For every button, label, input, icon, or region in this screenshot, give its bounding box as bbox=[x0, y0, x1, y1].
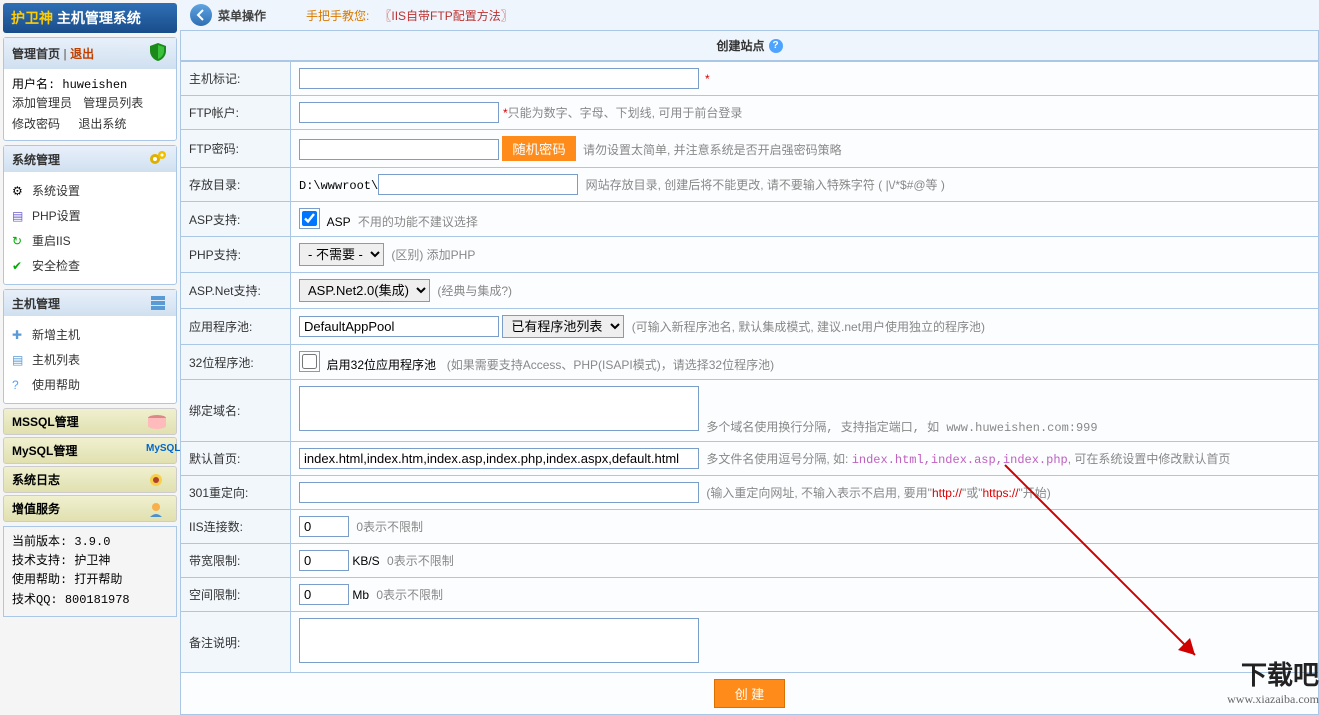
redirect-input[interactable] bbox=[299, 482, 699, 503]
restart-iis-link[interactable]: 重启IIS bbox=[32, 232, 71, 249]
required-star: * bbox=[705, 72, 710, 86]
lbl-ftp-user: FTP帐户: bbox=[181, 96, 291, 130]
pool32-text: 启用32位应用程序池 bbox=[327, 358, 436, 372]
annotation-arrow bbox=[1000, 460, 1220, 680]
domain-textarea[interactable] bbox=[299, 386, 699, 431]
lbl-defaultpage: 默认首页: bbox=[181, 442, 291, 476]
watermark: 下载吧 www.xiazaiba.com bbox=[1227, 655, 1319, 707]
defaultpage-input[interactable] bbox=[299, 448, 699, 469]
host-panel: 主机管理 ✚新增主机 ▤主机列表 ?使用帮助 bbox=[3, 289, 177, 404]
brand-bar: 护卫神 主机管理系统 bbox=[3, 3, 177, 33]
host-help-link[interactable]: 使用帮助 bbox=[32, 376, 80, 393]
exit-sys-link[interactable]: 退出系统 bbox=[78, 115, 126, 132]
security-check-link[interactable]: 安全检查 bbox=[32, 257, 80, 274]
list-icon: ▤ bbox=[12, 353, 28, 367]
info-block: 当前版本: 3.9.0 技术支持: 护卫神 使用帮助: 打开帮助 技术QQ: 8… bbox=[3, 526, 177, 617]
mysql-icon: MySQL bbox=[146, 443, 168, 459]
log-icon bbox=[146, 472, 168, 488]
lbl-space: 空间限制: bbox=[181, 578, 291, 612]
php-settings-link[interactable]: PHP设置 bbox=[32, 207, 81, 224]
bw-input[interactable] bbox=[299, 550, 349, 571]
qq-link[interactable]: 800181978 bbox=[65, 593, 130, 607]
mssql-bar[interactable]: MSSQL管理 bbox=[3, 408, 177, 435]
settings-icon: ⚙ bbox=[12, 184, 28, 198]
ftp-pwd-input[interactable] bbox=[299, 139, 499, 160]
mssql-icon bbox=[146, 414, 168, 430]
back-button[interactable] bbox=[190, 4, 212, 26]
mysql-bar[interactable]: MySQL管理 MySQL bbox=[3, 437, 177, 464]
topbar: 菜单操作 手把手教您: 〖IIS自带FTP配置方法〗 bbox=[180, 0, 1319, 31]
asp-checkbox[interactable] bbox=[302, 211, 317, 226]
host-list-link[interactable]: 主机列表 bbox=[32, 351, 80, 368]
lbl-remark: 备注说明: bbox=[181, 612, 291, 673]
open-help-link[interactable]: 打开帮助 bbox=[74, 573, 122, 587]
shield-icon bbox=[148, 42, 168, 65]
lbl-apppool: 应用程序池: bbox=[181, 309, 291, 345]
nav-home[interactable]: 管理首页 bbox=[12, 47, 60, 61]
page-title: 创建站点 ? bbox=[180, 31, 1319, 61]
apppool-select[interactable]: 已有程序池列表 bbox=[502, 315, 624, 338]
apppool-input[interactable] bbox=[299, 316, 499, 337]
help-icon: ? bbox=[12, 378, 28, 392]
lbl-ftp-pwd: FTP密码: bbox=[181, 130, 291, 168]
vas-icon bbox=[146, 501, 168, 517]
asp-text: ASP bbox=[327, 215, 351, 229]
aspnet-select[interactable]: ASP.Net2.0(集成) bbox=[299, 279, 430, 302]
lbl-bw: 带宽限制: bbox=[181, 544, 291, 578]
random-pwd-button[interactable]: 随机密码 bbox=[502, 136, 575, 161]
remark-textarea[interactable] bbox=[299, 618, 699, 663]
lbl-asp: ASP支持: bbox=[181, 202, 291, 237]
add-icon: ✚ bbox=[12, 328, 28, 342]
sys-settings-link[interactable]: 系统设置 bbox=[32, 182, 80, 199]
menu-op-label: 菜单操作 bbox=[218, 7, 266, 24]
php-icon: ▤ bbox=[12, 209, 28, 223]
space-input[interactable] bbox=[299, 584, 349, 605]
change-pwd-link[interactable]: 修改密码 bbox=[12, 115, 60, 132]
lbl-dir: 存放目录: bbox=[181, 168, 291, 202]
title-help-icon[interactable]: ? bbox=[769, 39, 783, 53]
dir-prefix: D:\wwwroot\ bbox=[299, 179, 378, 193]
lbl-pool32: 32位程序池: bbox=[181, 345, 291, 380]
vas-bar[interactable]: 增值服务 bbox=[3, 495, 177, 522]
lbl-redirect: 301重定向: bbox=[181, 476, 291, 510]
admin-list-link[interactable]: 管理员列表 bbox=[83, 94, 143, 111]
syslog-bar[interactable]: 系统日志 bbox=[3, 466, 177, 493]
dir-input[interactable] bbox=[378, 174, 578, 195]
tip-text[interactable]: 手把手教您: 〖IIS自带FTP配置方法〗 bbox=[306, 7, 513, 24]
lbl-aspnet: ASP.Net支持: bbox=[181, 273, 291, 309]
lbl-iisconn: IIS连接数: bbox=[181, 510, 291, 544]
check-icon: ✔ bbox=[12, 259, 28, 273]
iisconn-input[interactable] bbox=[299, 516, 349, 537]
add-admin-link[interactable]: 添加管理员 bbox=[12, 94, 72, 111]
nav-logout[interactable]: 退出 bbox=[70, 47, 94, 61]
add-host-link[interactable]: 新增主机 bbox=[32, 326, 80, 343]
gears-icon bbox=[148, 150, 168, 168]
pool32-checkbox[interactable] bbox=[302, 354, 317, 369]
create-button[interactable]: 创 建 bbox=[714, 679, 786, 708]
sys-panel: 系统管理 ⚙系统设置 ▤PHP设置 ↻重启IIS ✔安全检查 bbox=[3, 145, 177, 285]
server-icon bbox=[148, 294, 168, 312]
lbl-host-tag: 主机标记: bbox=[181, 62, 291, 96]
nav-panel: 管理首页 | 退出 用户名: huweishen 添加管理员 管理员列表 修改密… bbox=[3, 37, 177, 141]
host-tag-input[interactable] bbox=[299, 68, 699, 89]
support-link[interactable]: 护卫神 bbox=[74, 554, 110, 568]
php-select[interactable]: - 不需要 - bbox=[299, 243, 384, 266]
lbl-php: PHP支持: bbox=[181, 237, 291, 273]
restart-icon: ↻ bbox=[12, 234, 28, 248]
ftp-user-input[interactable] bbox=[299, 102, 499, 123]
lbl-domain: 绑定域名: bbox=[181, 380, 291, 442]
